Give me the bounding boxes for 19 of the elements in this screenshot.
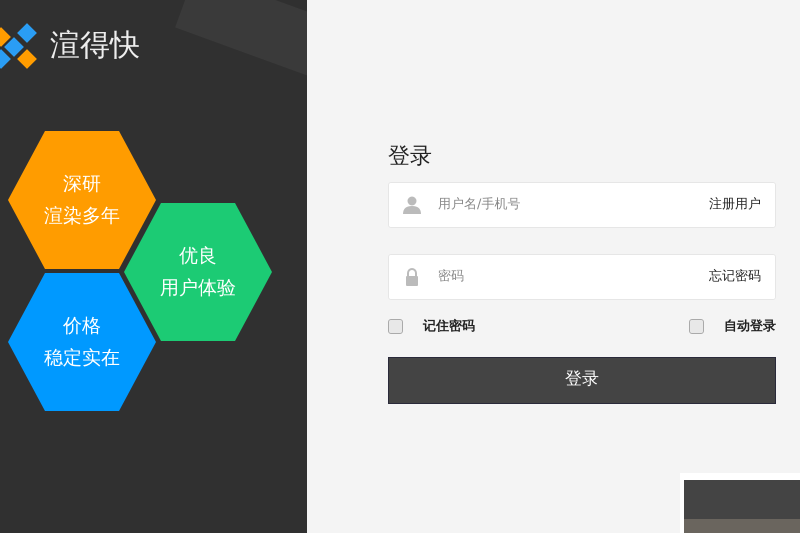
feature-text: 稳定实在 xyxy=(44,346,120,371)
feature-text: 渲染多年 xyxy=(44,204,120,229)
password-field[interactable]: 密码 忘记密码 xyxy=(388,254,776,300)
lock-icon xyxy=(403,268,421,286)
checkbox[interactable] xyxy=(388,319,403,334)
checkbox-label: 记住密码 xyxy=(423,318,475,336)
feature-text: 价格 xyxy=(63,314,101,339)
username-field[interactable]: 用户名/手机号 注册用户 xyxy=(388,182,776,228)
forgot-password-link[interactable]: 忘记密码 xyxy=(709,267,761,287)
feature-text: 优良 xyxy=(179,244,217,269)
brand-name: 渲得快 xyxy=(50,31,140,61)
checkbox-label: 自动登录 xyxy=(724,318,776,336)
feature-text: 深研 xyxy=(63,172,101,197)
feature-text: 用户体验 xyxy=(160,276,236,301)
checkbox[interactable] xyxy=(689,319,704,334)
user-icon xyxy=(403,196,421,214)
login-button[interactable]: 登录 xyxy=(388,356,776,404)
login-title: 登录 xyxy=(388,143,433,171)
register-link[interactable]: 注册用户 xyxy=(709,195,761,215)
